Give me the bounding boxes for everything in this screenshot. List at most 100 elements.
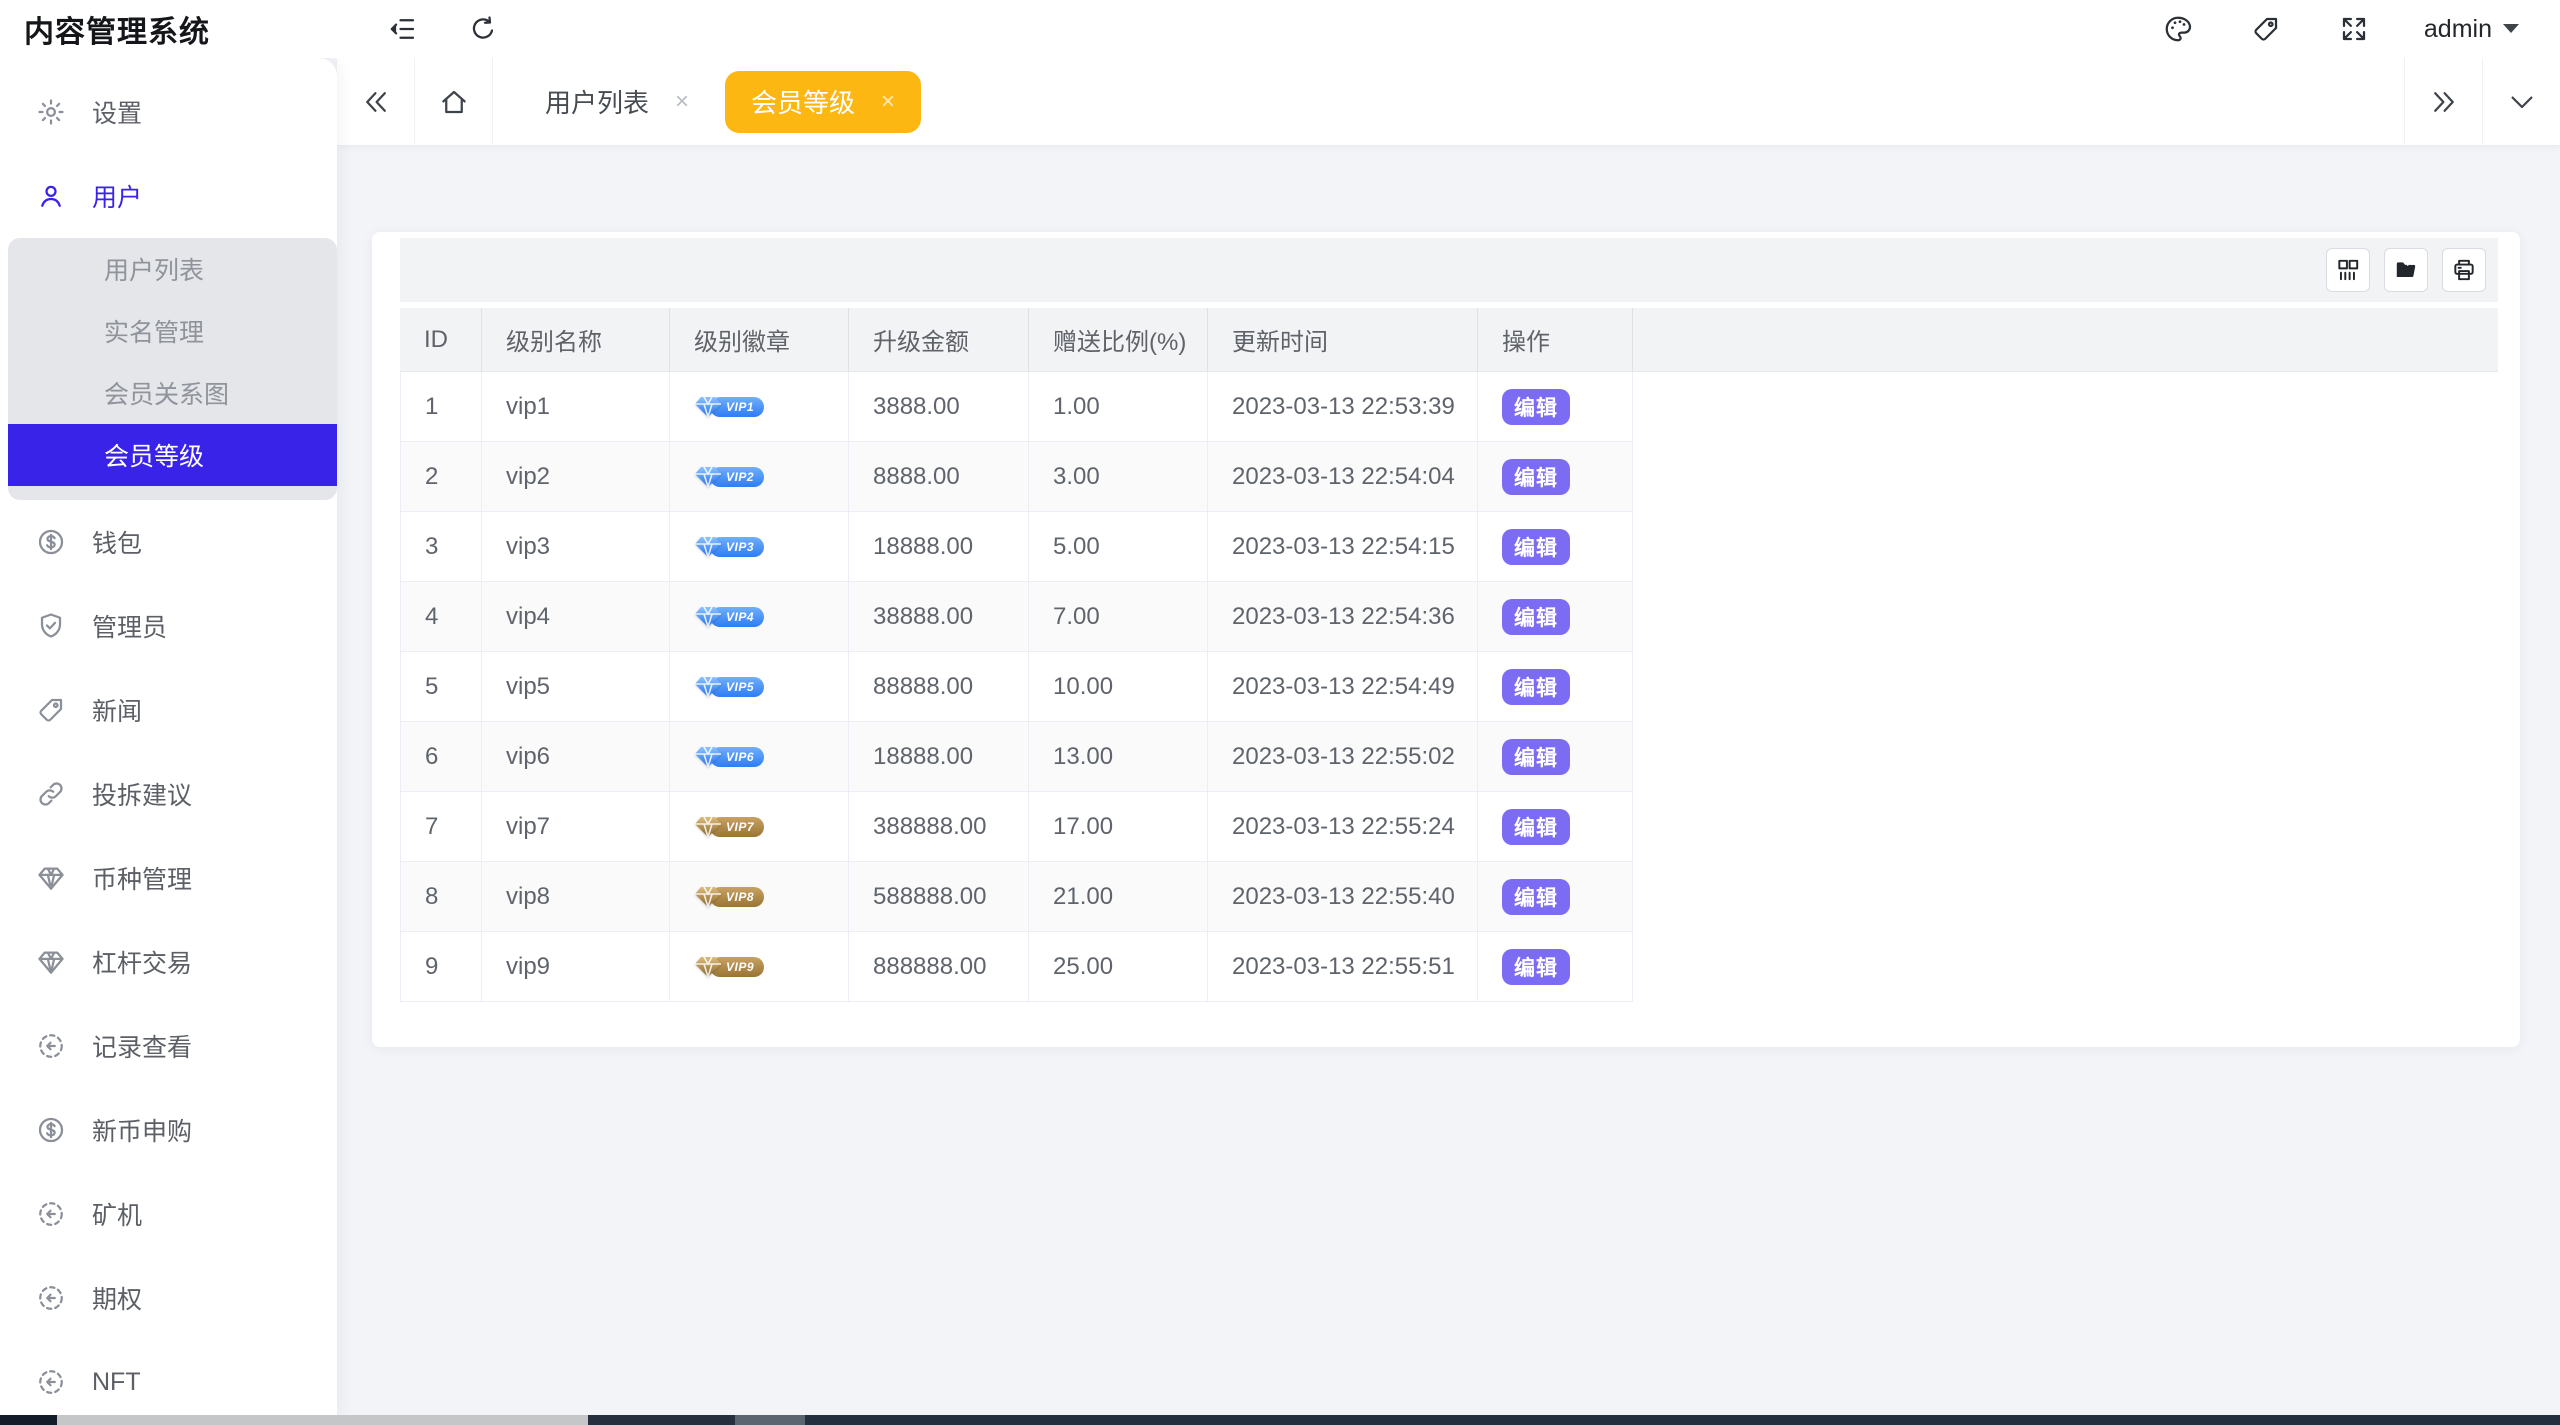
sidebar-subitem-member-level[interactable]: 会员等级 <box>8 424 337 486</box>
tags-button[interactable] <box>2248 11 2284 47</box>
dollar-icon <box>36 527 66 557</box>
edit-button[interactable]: 编辑 <box>1502 599 1570 635</box>
row-filler <box>1633 512 2498 582</box>
sidebar-item-coin-manage[interactable]: 币种管理 <box>0 836 337 920</box>
refresh-icon <box>468 14 498 44</box>
scrollbar-segment <box>0 1415 57 1425</box>
sidebar-item-label: 钱包 <box>92 524 142 560</box>
columns-button[interactable] <box>2326 248 2370 292</box>
sidebar-subitem-realname-manage[interactable]: 实名管理 <box>8 300 337 362</box>
sidebar-item-miner[interactable]: 矿机 <box>0 1172 337 1256</box>
vip-badge-blue: VIP4 <box>694 603 764 631</box>
cell-update-time: 2023-03-13 22:54:04 <box>1208 442 1478 512</box>
cell-id: 5 <box>400 652 482 722</box>
edit-button[interactable]: 编辑 <box>1502 739 1570 775</box>
sidebar-item-nft[interactable]: NFT <box>0 1340 337 1415</box>
edit-button[interactable]: 编辑 <box>1502 809 1570 845</box>
sidebar-item-label: 用户 <box>92 178 142 214</box>
cell-upgrade-amount: 388888.00 <box>849 792 1029 862</box>
column-header-bonus-ratio: 赠送比例(%) <box>1029 308 1208 372</box>
print-button[interactable] <box>2442 248 2486 292</box>
cell-id: 2 <box>400 442 482 512</box>
cell-upgrade-amount: 8888.00 <box>849 442 1029 512</box>
theme-button[interactable] <box>2160 11 2196 47</box>
cell-id: 1 <box>400 372 482 442</box>
cell-level-name: vip7 <box>482 792 670 862</box>
sidebar-item-label: NFT <box>92 1368 141 1397</box>
tag-icon <box>36 695 66 725</box>
row-filler <box>1633 582 2498 652</box>
chevron-down-icon <box>2507 87 2537 117</box>
cell-level-badge: VIP1 <box>670 372 849 442</box>
horizontal-scrollbar[interactable] <box>0 1415 2560 1425</box>
fold-icon <box>388 14 418 44</box>
cell-actions: 编辑 <box>1478 792 1633 862</box>
cell-level-name: vip9 <box>482 932 670 1002</box>
table-row-vip7: 7vip7VIP7388888.0017.002023-03-13 22:55:… <box>400 792 2498 862</box>
sidebar-item-wallet[interactable]: 钱包 <box>0 500 337 584</box>
tab-member-level[interactable]: 会员等级× <box>725 71 921 133</box>
scrollbar-segment <box>588 1415 735 1425</box>
sidebar-subitem-user-list[interactable]: 用户列表 <box>8 238 337 300</box>
cell-actions: 编辑 <box>1478 722 1633 792</box>
cell-bonus-ratio: 21.00 <box>1029 862 1208 932</box>
diamond-gem-icon <box>694 885 722 909</box>
home-button[interactable] <box>415 58 493 145</box>
fold-button[interactable] <box>385 11 421 47</box>
sidebar-item-feedback[interactable]: 投拆建议 <box>0 752 337 836</box>
sidebar-item-options[interactable]: 期权 <box>0 1256 337 1340</box>
app-title: 内容管理系统 <box>0 7 337 51</box>
vip-badge-blue: VIP6 <box>694 743 764 771</box>
cell-level-name: vip2 <box>482 442 670 512</box>
tab-close-icon[interactable]: × <box>675 88 689 116</box>
column-header-level-name: 级别名称 <box>482 308 670 372</box>
refresh-button[interactable] <box>465 11 501 47</box>
tab-close-icon[interactable]: × <box>881 88 895 116</box>
edit-button[interactable]: 编辑 <box>1502 529 1570 565</box>
column-header-update-time: 更新时间 <box>1208 308 1478 372</box>
edit-button[interactable]: 编辑 <box>1502 669 1570 705</box>
scrollbar-thumb[interactable] <box>57 1415 588 1425</box>
sidebar-item-users[interactable]: 用户 <box>0 154 337 238</box>
tab-left-tools <box>337 58 493 145</box>
cell-level-name: vip6 <box>482 722 670 792</box>
cell-upgrade-amount: 18888.00 <box>849 722 1029 792</box>
cell-upgrade-amount: 18888.00 <box>849 512 1029 582</box>
sidebar-subitem-member-relation-graph[interactable]: 会员关系图 <box>8 362 337 424</box>
user-menu[interactable]: admin <box>2424 15 2520 44</box>
user-icon <box>36 181 66 211</box>
collapse-left-button[interactable] <box>337 58 415 145</box>
tab-user-list[interactable]: 用户列表× <box>519 71 715 133</box>
gear-icon <box>36 97 66 127</box>
cell-level-name: vip5 <box>482 652 670 722</box>
sidebar-item-leverage-trade[interactable]: 杠杆交易 <box>0 920 337 1004</box>
sidebar-item-record-view[interactable]: 记录查看 <box>0 1004 337 1088</box>
cell-update-time: 2023-03-13 22:54:15 <box>1208 512 1478 582</box>
export-button[interactable] <box>2384 248 2428 292</box>
diamond-gem-icon <box>694 955 722 979</box>
vip-badge-blue: VIP2 <box>694 463 764 491</box>
row-filler <box>1633 792 2498 862</box>
cell-id: 9 <box>400 932 482 1002</box>
sidebar-item-administrators[interactable]: 管理员 <box>0 584 337 668</box>
expand-right-button[interactable] <box>2404 58 2482 145</box>
edit-button[interactable]: 编辑 <box>1502 949 1570 985</box>
cell-bonus-ratio: 3.00 <box>1029 442 1208 512</box>
edit-button[interactable]: 编辑 <box>1502 389 1570 425</box>
sidebar-item-label: 币种管理 <box>92 860 192 896</box>
more-button[interactable] <box>2482 58 2560 145</box>
cell-level-badge: VIP5 <box>670 652 849 722</box>
fullscreen-button[interactable] <box>2336 11 2372 47</box>
cell-level-badge: VIP2 <box>670 442 849 512</box>
edit-button[interactable]: 编辑 <box>1502 879 1570 915</box>
column-header-upgrade-amount: 升级金额 <box>849 308 1029 372</box>
sidebar-item-label: 新闻 <box>92 692 142 728</box>
sidebar-item-settings[interactable]: 设置 <box>0 70 337 154</box>
sidebar-item-new-coin-subscribe[interactable]: 新币申购 <box>0 1088 337 1172</box>
edit-button[interactable]: 编辑 <box>1502 459 1570 495</box>
cell-level-badge: VIP3 <box>670 512 849 582</box>
username-label: admin <box>2424 15 2492 44</box>
palette-icon <box>2163 14 2193 44</box>
sidebar-item-news[interactable]: 新闻 <box>0 668 337 752</box>
sidebar-item-label: 设置 <box>92 94 142 130</box>
